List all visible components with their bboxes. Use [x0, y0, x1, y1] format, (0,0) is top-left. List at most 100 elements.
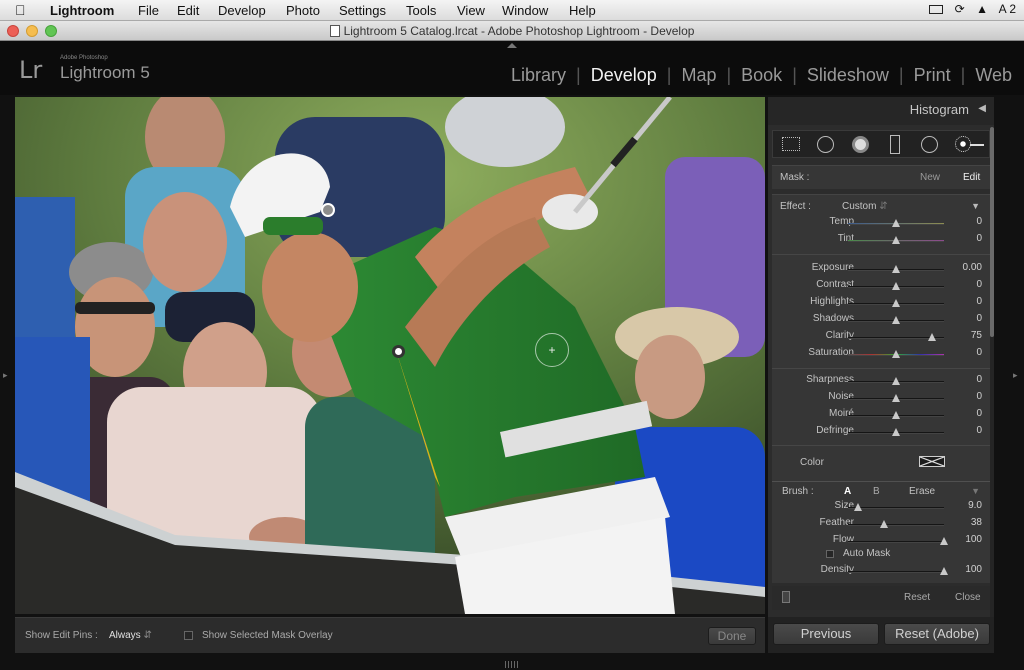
- module-web[interactable]: Web: [975, 65, 1012, 86]
- edit-pin[interactable]: [392, 345, 405, 358]
- mask-edit-button[interactable]: Edit: [963, 172, 980, 183]
- slider-thumb[interactable]: [892, 316, 900, 324]
- user-status-text[interactable]: A 2: [999, 2, 1016, 16]
- top-panel-toggle-icon[interactable]: [507, 43, 517, 48]
- slider-thumb[interactable]: [892, 411, 900, 419]
- menu-help[interactable]: Help: [569, 3, 596, 18]
- photo-canvas[interactable]: +: [15, 97, 765, 614]
- slider-track[interactable]: [848, 236, 944, 244]
- slider-value[interactable]: 0: [976, 296, 982, 307]
- show-edit-pins-select[interactable]: Always ⇵: [109, 630, 152, 641]
- slider-thumb[interactable]: [892, 350, 900, 358]
- radial-filter-tool-icon[interactable]: [921, 136, 938, 153]
- histogram-header[interactable]: Histogram ◀: [768, 97, 994, 125]
- slider-thumb[interactable]: [892, 377, 900, 385]
- slider-track[interactable]: [848, 282, 944, 290]
- slider-row-feather[interactable]: Feather 38: [772, 517, 998, 534]
- crop-tool-icon[interactable]: [782, 137, 800, 151]
- panel-scrollbar-thumb[interactable]: [990, 127, 994, 337]
- slider-value[interactable]: 0: [976, 347, 982, 358]
- slider-track[interactable]: [848, 520, 944, 528]
- brush-erase-button[interactable]: Erase: [909, 486, 935, 497]
- slider-row-exposure[interactable]: Exposure 0.00: [772, 262, 998, 279]
- slider-value[interactable]: 75: [971, 330, 982, 341]
- slider-thumb[interactable]: [940, 537, 948, 545]
- apple-menu-icon[interactable]: : [15, 2, 26, 18]
- slider-value[interactable]: 0: [976, 233, 982, 244]
- slider-value[interactable]: 100: [965, 534, 982, 545]
- slider-value[interactable]: 0: [976, 313, 982, 324]
- slider-thumb[interactable]: [892, 265, 900, 273]
- slider-value[interactable]: 0: [976, 374, 982, 385]
- slider-value[interactable]: 0: [976, 408, 982, 419]
- module-develop[interactable]: Develop: [591, 65, 657, 86]
- previous-button[interactable]: Previous: [773, 623, 879, 645]
- slider-row-shadows[interactable]: Shadows 0: [772, 313, 998, 330]
- module-book[interactable]: Book: [741, 65, 782, 86]
- collapse-triangle-icon[interactable]: ◀: [978, 103, 986, 114]
- slider-track[interactable]: [848, 394, 944, 402]
- graduated-filter-tool-icon[interactable]: [890, 135, 900, 154]
- slider-row-density[interactable]: Density 100: [772, 564, 998, 581]
- slider-thumb[interactable]: [892, 299, 900, 307]
- sync-icon[interactable]: ⟳: [955, 2, 965, 16]
- edit-pin[interactable]: [321, 203, 335, 217]
- slider-row-saturation[interactable]: Saturation 0: [772, 347, 998, 364]
- menu-view[interactable]: View: [457, 3, 485, 18]
- module-slideshow[interactable]: Slideshow: [807, 65, 889, 86]
- drive-icon[interactable]: ▲: [976, 2, 988, 16]
- spot-removal-tool-icon[interactable]: [817, 136, 834, 153]
- minimize-window-button[interactable]: [26, 25, 38, 37]
- slider-thumb[interactable]: [892, 219, 900, 227]
- slider-value[interactable]: 0.00: [963, 262, 982, 273]
- slider-row-moir[interactable]: Moiré 0: [772, 408, 998, 425]
- slider-track[interactable]: [848, 537, 948, 545]
- slider-value[interactable]: 0: [976, 425, 982, 436]
- brush-a-button[interactable]: A: [844, 486, 851, 497]
- auto-mask-checkbox[interactable]: [826, 550, 834, 558]
- right-panel-toggle-icon[interactable]: ▸: [1013, 370, 1018, 381]
- tool-reset-button[interactable]: Reset: [904, 592, 930, 603]
- done-button[interactable]: Done: [708, 627, 756, 645]
- module-map[interactable]: Map: [681, 65, 716, 86]
- slider-track[interactable]: [848, 219, 944, 227]
- effect-collapse-icon[interactable]: ▼: [971, 201, 980, 211]
- facetime-icon[interactable]: [929, 5, 944, 15]
- slider-thumb[interactable]: [892, 282, 900, 290]
- slider-track[interactable]: [848, 299, 944, 307]
- slider-row-contrast[interactable]: Contrast 0: [772, 279, 998, 296]
- slider-value[interactable]: 100: [965, 564, 982, 575]
- slider-row-defringe[interactable]: Defringe 0: [772, 425, 998, 442]
- slider-row-highlights[interactable]: Highlights 0: [772, 296, 998, 313]
- slider-value[interactable]: 0: [976, 279, 982, 290]
- zoom-window-button[interactable]: [45, 25, 57, 37]
- menu-app-name[interactable]: Lightroom: [50, 3, 114, 18]
- slider-thumb[interactable]: [928, 333, 936, 341]
- menu-edit[interactable]: Edit: [177, 3, 199, 18]
- effect-preset-select[interactable]: Custom ⇵: [842, 201, 888, 212]
- menu-develop[interactable]: Develop: [218, 3, 266, 18]
- slider-track[interactable]: [848, 503, 944, 511]
- slider-value[interactable]: 0: [976, 391, 982, 402]
- mask-new-button[interactable]: New: [920, 172, 940, 183]
- slider-track[interactable]: [848, 333, 944, 341]
- color-swatch[interactable]: [919, 456, 945, 467]
- mask-overlay-checkbox[interactable]: [184, 631, 193, 640]
- slider-row-noise[interactable]: Noise 0: [772, 391, 998, 408]
- panel-scrollbar[interactable]: [990, 127, 994, 617]
- menu-settings[interactable]: Settings: [339, 3, 386, 18]
- adjustment-brush-tool-icon[interactable]: [955, 136, 971, 152]
- brush-collapse-icon[interactable]: ▼: [971, 486, 980, 496]
- module-print[interactable]: Print: [914, 65, 951, 86]
- brush-b-button[interactable]: B: [873, 486, 880, 497]
- slider-thumb[interactable]: [880, 520, 889, 528]
- slider-track[interactable]: [848, 567, 948, 575]
- slider-track[interactable]: [848, 316, 944, 324]
- menubar-status[interactable]: ⟳ ▲ A 2: [929, 2, 1016, 16]
- red-eye-tool-icon[interactable]: [852, 136, 869, 153]
- module-library[interactable]: Library: [511, 65, 566, 86]
- slider-row-clarity[interactable]: Clarity 75: [772, 330, 998, 347]
- slider-value[interactable]: 9.0: [968, 500, 982, 511]
- slider-track[interactable]: [848, 377, 944, 385]
- slider-row-sharpness[interactable]: Sharpness 0: [772, 374, 998, 391]
